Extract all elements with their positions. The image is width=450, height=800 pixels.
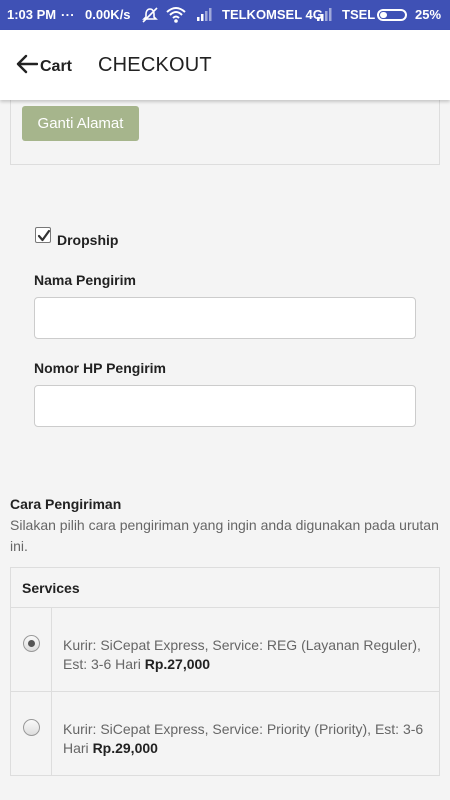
network-speed: 0.00K/s xyxy=(85,7,131,22)
services-table: Services Kurir: SiCepat Express, Service… xyxy=(10,567,440,776)
dropship-label: Dropship xyxy=(57,232,119,248)
shipping-title: Cara Pengiriman xyxy=(10,496,122,512)
sender-phone-label: Nomor HP Pengirim xyxy=(34,360,166,376)
signal-icon-1 xyxy=(196,6,214,25)
address-card: Ganti Alamat xyxy=(10,100,440,165)
notification-dots: ... xyxy=(61,4,75,19)
battery-icon xyxy=(377,9,407,21)
back-label: Cart xyxy=(40,57,73,75)
service-price: Rp.29,000 xyxy=(92,740,158,756)
dropship-checkbox[interactable] xyxy=(35,227,51,243)
service-description: Kurir: SiCepat Express, Service: Priorit… xyxy=(63,720,433,758)
services-header-label: Services xyxy=(22,580,80,596)
radio-cell xyxy=(11,608,52,691)
service-description: Kurir: SiCepat Express, Service: REG (La… xyxy=(63,636,433,674)
service-price: Rp.27,000 xyxy=(144,656,211,672)
battery-percentage: 25% xyxy=(415,7,442,22)
mute-icon xyxy=(141,6,159,27)
service-option-priority[interactable]: Kurir: SiCepat Express, Service: Priorit… xyxy=(11,692,439,776)
wifi-icon xyxy=(166,6,186,27)
arrow-left-icon xyxy=(16,54,39,79)
service-radio-priority[interactable] xyxy=(23,719,40,736)
service-text: Kurir: SiCepat Express, Service: REG (La… xyxy=(63,637,421,672)
status-time: 1:03 PM xyxy=(7,7,57,22)
carrier-2: TSEL xyxy=(342,7,376,22)
shipping-description: Silakan pilih cara pengiriman yang ingin… xyxy=(10,517,439,554)
sender-phone-input[interactable] xyxy=(34,385,416,427)
app-bar: Cart CHECKOUT xyxy=(0,30,450,100)
signal-icon-2 xyxy=(316,6,334,25)
carrier-1: TELKOMSEL 4G xyxy=(222,7,323,22)
status-bar: 1:03 PM ... 0.00K/s TELKOMSEL 4G TSEL 25… xyxy=(0,0,450,30)
services-header: Services xyxy=(11,568,439,608)
dropship-option[interactable]: Dropship xyxy=(35,222,118,248)
radio-cell xyxy=(11,692,52,776)
change-address-button[interactable]: Ganti Alamat xyxy=(22,106,139,141)
back-to-cart-button[interactable]: Cart xyxy=(16,54,72,79)
sender-name-input[interactable] xyxy=(34,297,416,339)
service-radio-reg[interactable] xyxy=(23,635,40,652)
sender-name-label: Nama Pengirim xyxy=(34,272,136,288)
service-option-reg[interactable]: Kurir: SiCepat Express, Service: REG (La… xyxy=(11,608,439,692)
page-title: CHECKOUT xyxy=(98,54,212,76)
